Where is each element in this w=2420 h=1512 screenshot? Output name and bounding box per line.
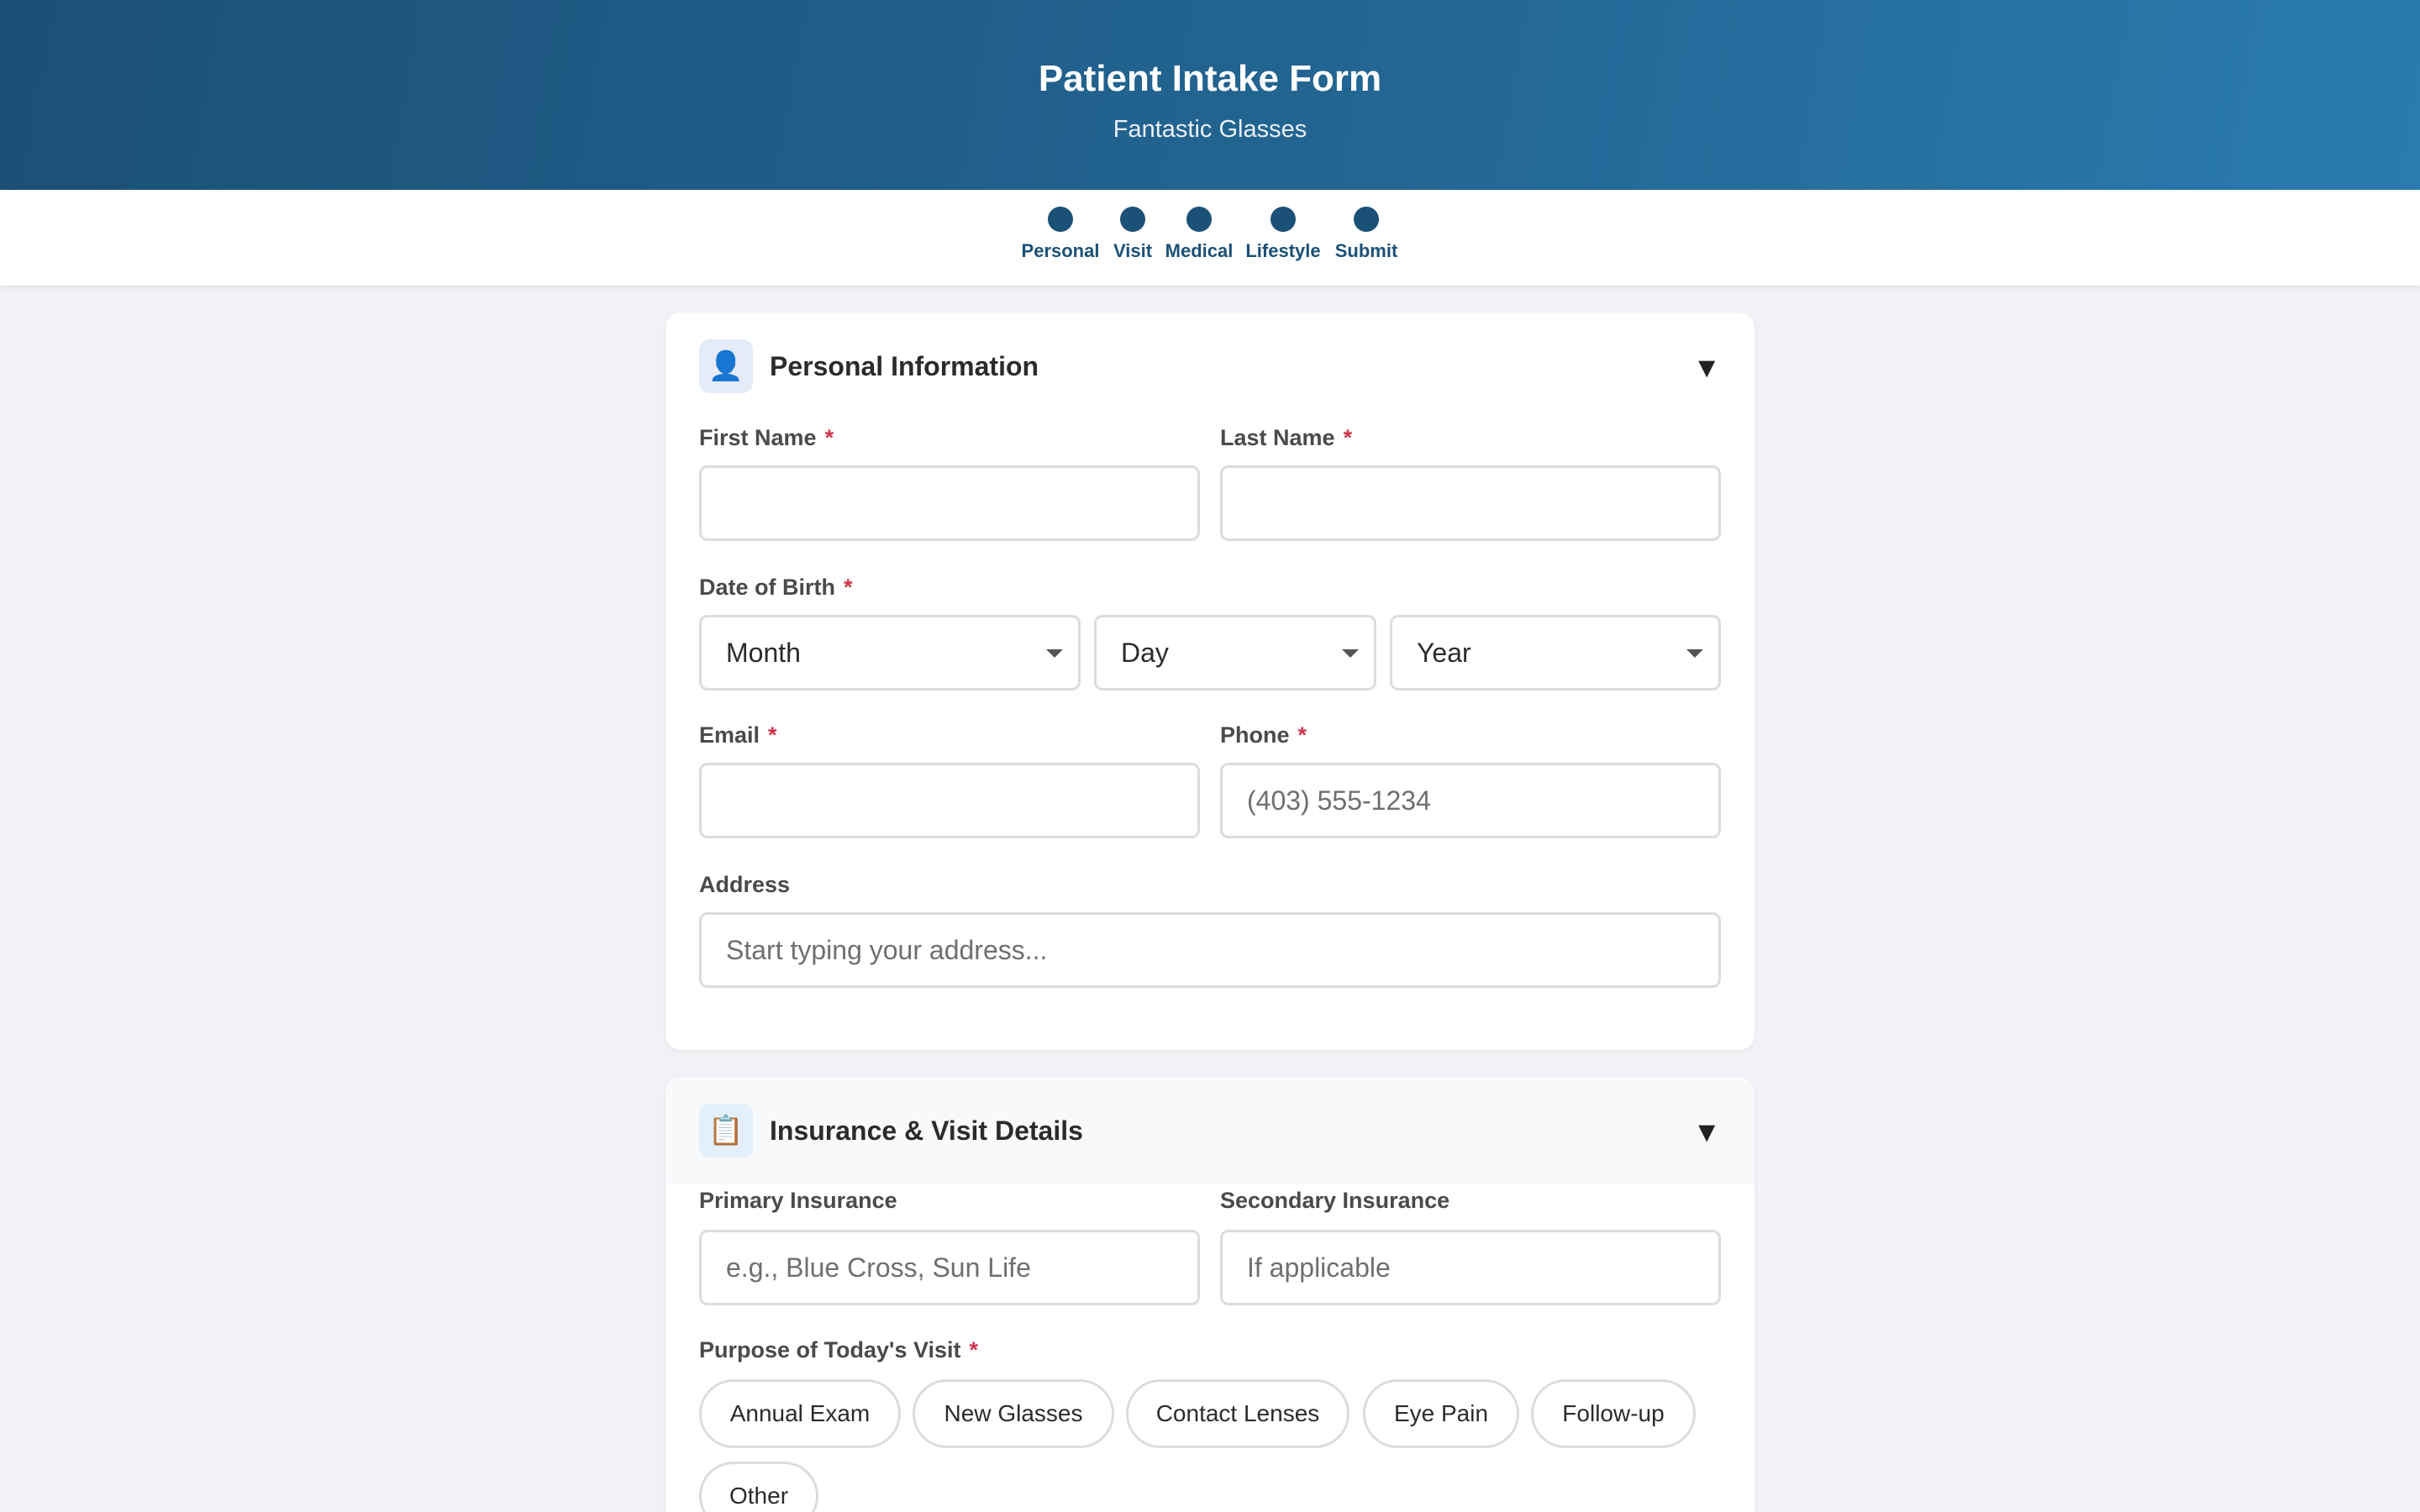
required-asterisk: * xyxy=(969,1337,979,1362)
secondary-insurance-label: Secondary Insurance xyxy=(1220,1188,1450,1213)
secondary-insurance-input[interactable] xyxy=(1220,1230,1721,1305)
step-dot xyxy=(1270,207,1296,232)
step-submit[interactable]: Submit xyxy=(1312,207,1421,262)
dob-year-select[interactable]: Year xyxy=(1390,615,1721,690)
visit-purpose-label: Purpose of Today's Visit * xyxy=(699,1336,978,1364)
section-title: Personal Information xyxy=(770,351,1039,381)
required-asterisk: * xyxy=(844,575,853,600)
clipboard-icon: 📋 xyxy=(699,1104,753,1158)
collapse-toggle-icon[interactable]: ▼ xyxy=(1692,349,1721,386)
date-of-birth-label-text: Date of Birth xyxy=(699,575,835,600)
chevron-down-icon xyxy=(1046,649,1063,658)
chevron-down-icon xyxy=(1686,649,1703,658)
person-icon: 👤 xyxy=(699,339,753,393)
first-name-label: First Name * xyxy=(699,423,834,452)
purpose-chip-follow-up[interactable]: Follow-up xyxy=(1531,1379,1696,1448)
insurance-visit-section: 📋 Insurance & Visit Details ▼ Primary In… xyxy=(666,1077,1754,1512)
dob-month-value: Month xyxy=(726,638,801,668)
first-name-input[interactable] xyxy=(699,465,1200,541)
dob-day-value: Day xyxy=(1121,638,1169,668)
email-label: Email * xyxy=(699,721,777,749)
last-name-input[interactable] xyxy=(1220,465,1721,541)
purpose-chip-other[interactable]: Other xyxy=(699,1462,818,1512)
step-progress-bar: Personal Visit Medical Lifestyle Submit xyxy=(0,190,2420,286)
phone-label-text: Phone xyxy=(1220,722,1290,748)
step-dot xyxy=(1354,207,1379,232)
required-asterisk: * xyxy=(824,425,834,450)
chevron-down-icon xyxy=(1342,649,1359,658)
page-subtitle: Fantastic Glasses xyxy=(1113,116,1307,143)
visit-section-header[interactable]: 📋 Insurance & Visit Details ▼ xyxy=(666,1077,1754,1184)
email-input[interactable] xyxy=(699,763,1200,838)
last-name-label: Last Name * xyxy=(1220,423,1352,452)
visit-purpose-label-text: Purpose of Today's Visit xyxy=(699,1337,961,1362)
step-dot xyxy=(1186,207,1212,232)
page-header: Patient Intake Form Fantastic Glasses xyxy=(0,0,2420,190)
collapse-toggle-icon[interactable]: ▼ xyxy=(1692,1114,1721,1151)
purpose-chip-eye-pain[interactable]: Eye Pain xyxy=(1363,1379,1519,1448)
required-asterisk: * xyxy=(768,722,777,748)
phone-input[interactable] xyxy=(1220,763,1721,838)
personal-section-header[interactable]: 👤 Personal Information ▼ xyxy=(666,312,1754,420)
address-label: Address xyxy=(699,872,791,897)
phone-label: Phone * xyxy=(1220,721,1307,749)
section-title: Insurance & Visit Details xyxy=(770,1116,1083,1146)
address-input[interactable] xyxy=(699,912,1721,988)
purpose-chip-new-glasses[interactable]: New Glasses xyxy=(913,1379,1114,1448)
dob-year-value: Year xyxy=(1417,638,1471,668)
primary-insurance-input[interactable] xyxy=(699,1230,1200,1305)
step-label: Submit xyxy=(1334,240,1398,261)
email-label-text: Email xyxy=(699,722,760,748)
last-name-label-text: Last Name xyxy=(1220,425,1335,450)
personal-information-section: 👤 Personal Information ▼ First Name * Las… xyxy=(666,312,1754,1050)
step-dot xyxy=(1048,207,1073,232)
required-asterisk: * xyxy=(1343,425,1353,450)
date-of-birth-label: Date of Birth * xyxy=(699,573,853,601)
purpose-chip-contact-lenses[interactable]: Contact Lenses xyxy=(1126,1379,1349,1448)
dob-month-select[interactable]: Month xyxy=(699,615,1081,690)
first-name-label-text: First Name xyxy=(699,425,817,450)
page-title: Patient Intake Form xyxy=(1038,58,1382,99)
primary-insurance-label: Primary Insurance xyxy=(699,1188,897,1213)
purpose-chip-annual-exam[interactable]: Annual Exam xyxy=(699,1379,901,1448)
required-asterisk: * xyxy=(1297,722,1307,748)
dob-day-select[interactable]: Day xyxy=(1094,615,1376,690)
step-dot xyxy=(1120,207,1145,232)
